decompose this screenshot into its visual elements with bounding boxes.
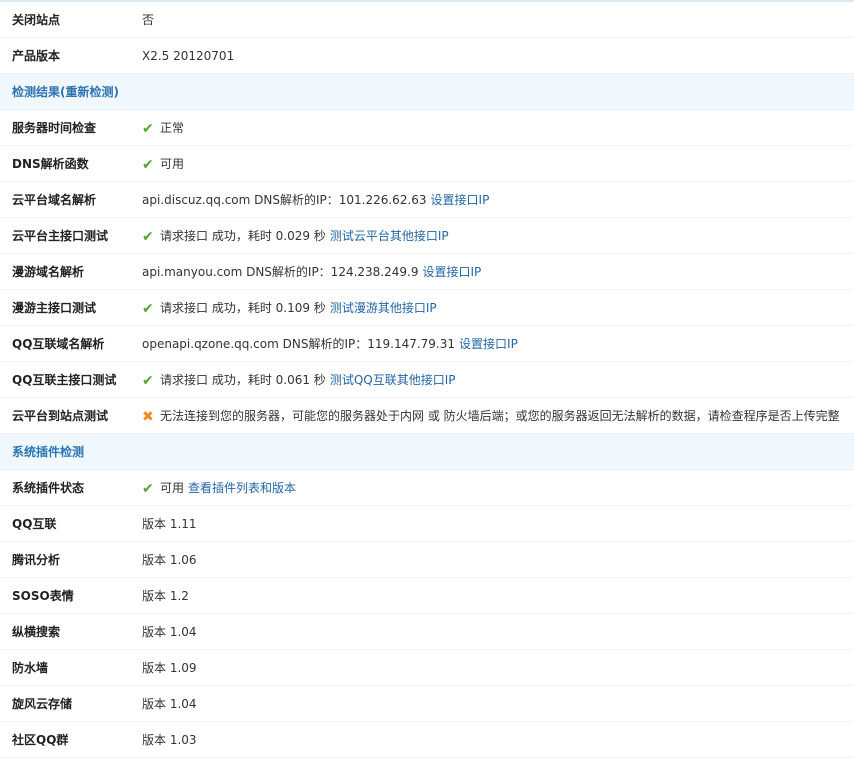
row-value: 否 xyxy=(130,2,854,38)
dns-text: openapi.qzone.qq.com DNS解析的IP：119.147.79… xyxy=(142,337,456,351)
status-text: 可用 xyxy=(160,157,185,171)
check-icon: ✔ xyxy=(142,481,154,497)
set-api-ip-link[interactable]: 设置接口IP xyxy=(431,193,490,207)
view-plugins-link[interactable]: 查看插件列表和版本 xyxy=(188,481,296,495)
table-row: 云平台主接口测试 ✔ 请求接口 成功，耗时 0.029 秒测试云平台其他接口IP xyxy=(0,217,854,254)
section-header-check: 检测结果(重新检测) xyxy=(0,73,854,110)
test-qq-api-link[interactable]: 测试QQ互联其他接口IP xyxy=(330,373,456,387)
set-api-ip-link[interactable]: 设置接口IP xyxy=(422,265,481,279)
section-header-plugins: 系统插件检测 xyxy=(0,433,854,470)
row-label: 产品版本 xyxy=(0,37,130,74)
dns-text: api.manyou.com DNS解析的IP：124.238.249.9 xyxy=(142,265,419,279)
row-label: SOSO表情 xyxy=(0,577,130,614)
row-value: 版本 1.11 xyxy=(130,505,854,542)
table-row: QQ互联 版本 1.11 xyxy=(0,505,854,542)
cross-icon: ✖ xyxy=(142,409,154,425)
status-text: 正常 xyxy=(160,121,185,135)
row-label: QQ互联域名解析 xyxy=(0,325,130,362)
table-row: QQ互联域名解析 openapi.qzone.qq.com DNS解析的IP：1… xyxy=(0,325,854,362)
table-row: 腾讯分析 版本 1.06 xyxy=(0,541,854,578)
test-cloud-api-link[interactable]: 测试云平台其他接口IP xyxy=(330,229,449,243)
row-value: ✔ 请求接口 成功，耗时 0.029 秒测试云平台其他接口IP xyxy=(130,217,854,254)
row-value: 版本 1.06 xyxy=(130,541,854,578)
row-label: 旋风云存储 xyxy=(0,685,130,722)
row-value: ✔ 可用 查看插件列表和版本 xyxy=(130,469,854,506)
set-api-ip-link[interactable]: 设置接口IP xyxy=(459,337,518,351)
row-label: 关闭站点 xyxy=(0,2,130,38)
table-row: 漫游主接口测试 ✔ 请求接口 成功，耗时 0.109 秒测试漫游其他接口IP xyxy=(0,289,854,326)
table-row: 社区QQ群 版本 1.03 xyxy=(0,721,854,758)
row-label: 云平台域名解析 xyxy=(0,181,130,218)
check-icon: ✔ xyxy=(142,229,154,245)
check-icon: ✔ xyxy=(142,301,154,317)
table-row: 防水墙 版本 1.09 xyxy=(0,649,854,686)
row-label: 服务器时间检查 xyxy=(0,109,130,146)
table-row: 关闭站点 否 xyxy=(0,2,854,38)
row-value: 版本 1.04 xyxy=(130,613,854,650)
check-icon: ✔ xyxy=(142,157,154,173)
table-row: QQ互联主接口测试 ✔ 请求接口 成功，耗时 0.061 秒测试QQ互联其他接口I… xyxy=(0,361,854,398)
row-value: api.manyou.com DNS解析的IP：124.238.249.9 设置接… xyxy=(130,253,854,290)
row-value: X2.5 20120701 xyxy=(130,37,854,74)
row-value: 版本 1.2 xyxy=(130,577,854,614)
table-row: SOSO表情 版本 1.2 xyxy=(0,577,854,614)
row-label: DNS解析函数 xyxy=(0,145,130,182)
table-row: 服务器时间检查 ✔ 正常 xyxy=(0,109,854,146)
dns-text: api.discuz.qq.com DNS解析的IP：101.226.62.63 xyxy=(142,193,427,207)
row-value: 版本 1.03 xyxy=(130,721,854,758)
table-row: 漫游域名解析 api.manyou.com DNS解析的IP：124.238.2… xyxy=(0,253,854,290)
row-label: 腾讯分析 xyxy=(0,541,130,578)
row-value: ✔ 可用 xyxy=(130,145,854,182)
row-value: ✔ 请求接口 成功，耗时 0.061 秒测试QQ互联其他接口IP xyxy=(130,361,854,398)
table-row: 纵横搜索 版本 1.04 xyxy=(0,613,854,650)
recheck-link[interactable]: 检测结果(重新检测) xyxy=(0,73,854,110)
row-label: 云平台主接口测试 xyxy=(0,217,130,254)
table-row: 产品版本 X2.5 20120701 xyxy=(0,37,854,74)
row-value: 版本 1.09 xyxy=(130,649,854,686)
row-label: 系统插件状态 xyxy=(0,469,130,506)
cloud-diagnostics-table: 关闭站点 否 产品版本 X2.5 20120701 检测结果(重新检测) 服务器… xyxy=(0,2,854,758)
row-label: 纵横搜索 xyxy=(0,613,130,650)
check-icon: ✔ xyxy=(142,121,154,137)
table-row: 系统插件状态 ✔ 可用 查看插件列表和版本 xyxy=(0,469,854,506)
table-row: 云平台域名解析 api.discuz.qq.com DNS解析的IP：101.2… xyxy=(0,181,854,218)
check-icon: ✔ xyxy=(142,373,154,389)
row-label: QQ互联主接口测试 xyxy=(0,361,130,398)
error-text: 无法连接到您的服务器，可能您的服务器处于内网 或 防火墙后端；或您的服务器返回无… xyxy=(160,409,840,423)
row-label: 云平台到站点测试 xyxy=(0,397,130,434)
table-row: 云平台到站点测试 ✖ 无法连接到您的服务器，可能您的服务器处于内网 或 防火墙后端… xyxy=(0,397,854,434)
status-text: 请求接口 成功，耗时 0.029 秒 xyxy=(160,229,326,243)
section-title: 系统插件检测 xyxy=(0,433,854,470)
row-label: 防水墙 xyxy=(0,649,130,686)
status-text: 可用 xyxy=(160,481,185,495)
row-value: openapi.qzone.qq.com DNS解析的IP：119.147.79… xyxy=(130,325,854,362)
row-value: ✔ 正常 xyxy=(130,109,854,146)
row-label: 漫游主接口测试 xyxy=(0,289,130,326)
row-value: api.discuz.qq.com DNS解析的IP：101.226.62.63… xyxy=(130,181,854,218)
row-value: 版本 1.04 xyxy=(130,685,854,722)
row-value: ✔ 请求接口 成功，耗时 0.109 秒测试漫游其他接口IP xyxy=(130,289,854,326)
row-label: 社区QQ群 xyxy=(0,721,130,758)
row-label: 漫游域名解析 xyxy=(0,253,130,290)
status-text: 请求接口 成功，耗时 0.061 秒 xyxy=(160,373,326,387)
test-manyou-api-link[interactable]: 测试漫游其他接口IP xyxy=(330,301,437,315)
table-row: 旋风云存储 版本 1.04 xyxy=(0,685,854,722)
table-row: DNS解析函数 ✔ 可用 xyxy=(0,145,854,182)
row-label: QQ互联 xyxy=(0,505,130,542)
row-value: ✖ 无法连接到您的服务器，可能您的服务器处于内网 或 防火墙后端；或您的服务器返回… xyxy=(130,397,854,434)
status-text: 请求接口 成功，耗时 0.109 秒 xyxy=(160,301,326,315)
